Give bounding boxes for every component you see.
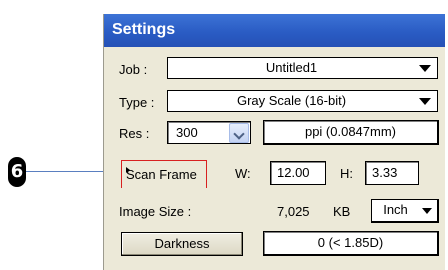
chevron-down-icon: [419, 65, 431, 72]
settings-title-bar: Settings: [104, 14, 445, 47]
image-size-value: 7,025: [277, 204, 310, 219]
height-input[interactable]: 3.33: [365, 161, 419, 185]
type-select-value: Gray Scale (16-bit): [236, 93, 347, 108]
callout-number-badge: 6: [8, 157, 26, 187]
res-select[interactable]: 300: [167, 121, 251, 144]
unit-select-value: Inch: [383, 202, 408, 217]
height-label: H:: [340, 166, 353, 181]
width-value: 12.00: [277, 165, 310, 180]
job-select[interactable]: Untitled1: [167, 57, 438, 79]
darkness-button-label: Darkness: [154, 236, 210, 251]
submenu-arrow-icon: [126, 167, 130, 173]
settings-panel: Settings Job : Untitled1 Type : Gray Sca…: [103, 14, 445, 270]
image-size-unit: KB: [333, 204, 351, 219]
darkness-button[interactable]: Darkness: [121, 232, 243, 256]
type-select[interactable]: Gray Scale (16-bit): [167, 90, 438, 112]
chevron-down-icon: [419, 98, 431, 105]
res-unit-button[interactable]: ppi (0.0847mm): [263, 120, 439, 145]
height-value: 3.33: [372, 165, 398, 180]
job-select-value: Untitled1: [265, 60, 318, 75]
width-input[interactable]: 12.00: [270, 161, 326, 185]
darkness-value-field[interactable]: 0 (< 1.85D): [263, 231, 439, 256]
darkness-value: 0 (< 1.85D): [317, 235, 384, 250]
res-unit-value: ppi (0.0847mm): [304, 124, 397, 139]
res-label: Res :: [119, 126, 150, 141]
image-size-label: Image Size :: [119, 204, 192, 219]
job-label: Job :: [119, 62, 148, 77]
type-label: Type :: [119, 95, 155, 110]
scan-frame-menu[interactable]: Scan Frame: [121, 160, 207, 188]
unit-select[interactable]: Inch: [371, 199, 439, 223]
width-label: W:: [235, 166, 251, 181]
chevron-down-icon: [422, 208, 432, 214]
chevron-down-icon[interactable]: [229, 123, 249, 143]
scan-frame-label: Scan Frame: [126, 167, 197, 182]
res-select-value: 300: [176, 125, 198, 140]
settings-title: Settings: [112, 21, 176, 38]
